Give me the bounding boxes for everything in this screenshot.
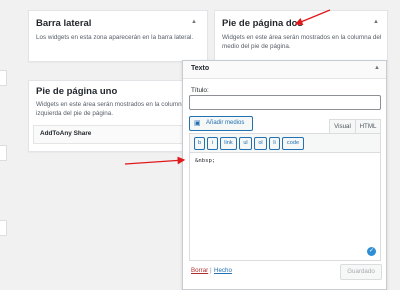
annotation-arrows xyxy=(124,9,331,165)
arrow-to-editor xyxy=(124,156,186,165)
arrow-to-pie-dos xyxy=(294,9,331,26)
